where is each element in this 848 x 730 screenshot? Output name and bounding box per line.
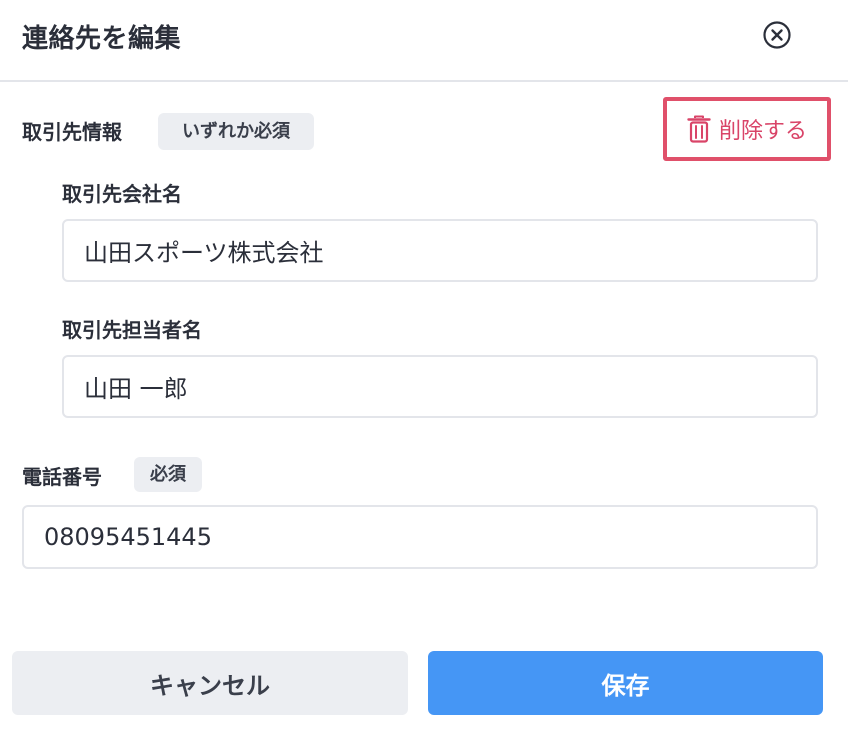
contact-name-label: 取引先担当者名 (62, 318, 202, 342)
dialog-header: 連絡先を編集 (0, 0, 848, 82)
either-required-badge: いずれか必須 (158, 113, 314, 150)
phone-label: 電話番号 (22, 465, 102, 489)
phone-input[interactable] (22, 505, 818, 569)
contact-name-input[interactable] (62, 355, 818, 418)
trash-icon (687, 115, 711, 143)
edit-contact-dialog: 連絡先を編集 取引先情報 いずれか必須 削除する 取引先会社名 取引先担当者名 … (0, 0, 848, 730)
delete-button[interactable]: 削除する (663, 97, 831, 161)
required-badge: 必須 (134, 457, 202, 492)
client-info-label: 取引先情報 (22, 120, 122, 144)
close-circle-icon (763, 21, 791, 49)
delete-label: 削除する (718, 119, 807, 144)
dialog-title: 連絡先を編集 (22, 24, 182, 54)
company-name-label: 取引先会社名 (62, 182, 182, 206)
cancel-button[interactable]: キャンセル (12, 651, 408, 715)
save-button[interactable]: 保存 (428, 651, 823, 715)
close-button[interactable] (762, 20, 792, 50)
company-name-input[interactable] (62, 219, 818, 282)
